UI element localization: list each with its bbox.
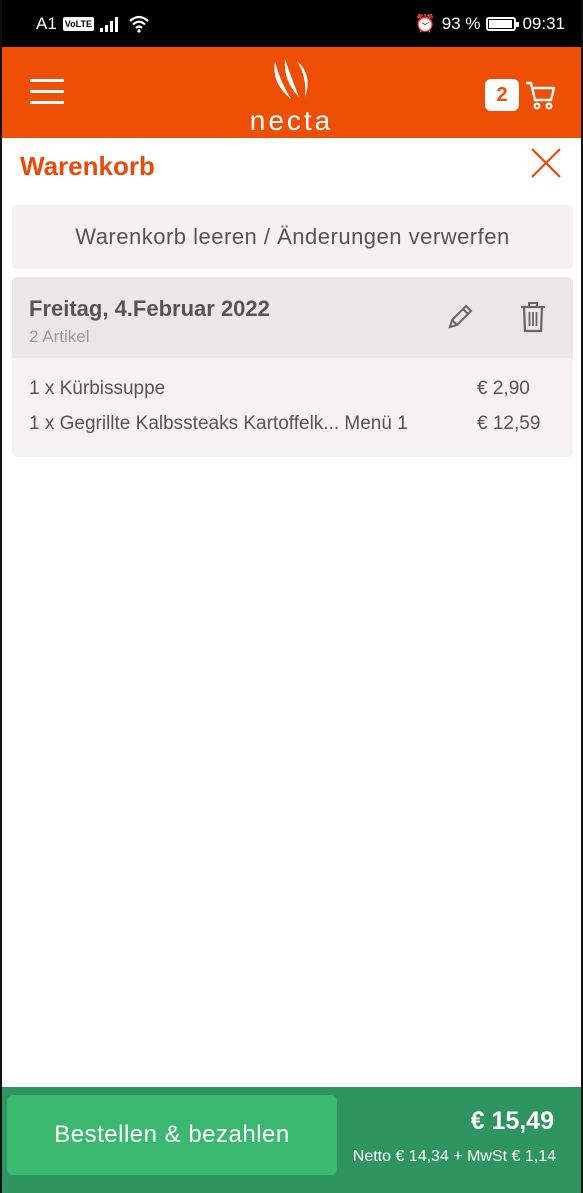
article-count: 2 Artikel xyxy=(29,327,90,346)
leaf-logo-icon xyxy=(273,59,308,99)
logo-text: necta xyxy=(249,105,334,136)
order-card: Freitag, 4.Februar 2022 2 Artikel 1 x Kü… xyxy=(12,277,573,457)
pencil-icon[interactable] xyxy=(444,301,476,333)
cart-count-badge: 2 xyxy=(485,79,519,111)
volte-badge: VoLTE xyxy=(62,16,94,31)
battery-fill xyxy=(489,19,512,28)
page-title: Warenkorb xyxy=(20,151,155,181)
carrier-label: A1 xyxy=(36,13,57,33)
alarm-icon: ⏰ xyxy=(414,13,436,33)
order-and-pay-button[interactable]: Bestellen & bezahlen xyxy=(7,1095,337,1175)
order-item-text: 1 x Gegrillte Kalbssteaks Kartoffelk... … xyxy=(29,413,408,434)
necta-logo[interactable]: necta xyxy=(232,57,352,136)
menu-button[interactable] xyxy=(30,79,64,109)
wifi-icon xyxy=(129,15,149,33)
status-left: A1 VoLTE xyxy=(36,14,150,34)
status-bar: A1 VoLTE ⏰ 93 % 09:31 xyxy=(2,0,581,47)
shopping-cart-icon xyxy=(526,81,556,110)
trash-icon[interactable] xyxy=(519,300,547,334)
app-bar: necta 2 xyxy=(2,47,581,138)
battery-icon xyxy=(486,16,520,31)
order-item: 1 x Kürbissuppe xyxy=(29,378,165,400)
cart-button[interactable]: 2 xyxy=(485,79,557,111)
netto-vat-breakdown: Netto € 14,34 + MwSt € 1,14 xyxy=(352,1148,556,1165)
checkout-footer: Bestellen & bezahlen € 15,49 Netto € 14,… xyxy=(2,1087,581,1193)
battery-percent: 93 % xyxy=(441,13,481,33)
menu-bar-1 xyxy=(30,79,64,82)
order-item-price: € 12,59 xyxy=(477,413,541,434)
total-price: € 15,49 xyxy=(470,1107,554,1135)
order-item: 1 x Gegrillte Kalbssteaks Kartoffelk... … xyxy=(29,413,408,435)
signal-icon xyxy=(99,16,118,32)
order-item-text: 1 x Kürbissuppe xyxy=(29,378,166,399)
clock: 09:31 xyxy=(522,13,565,33)
menu-bar-2 xyxy=(30,90,64,93)
close-icon[interactable] xyxy=(529,146,563,180)
menu-bar-3 xyxy=(30,101,64,104)
order-date: Freitag, 4.Februar 2022 xyxy=(29,296,270,321)
order-item-price: € 2,90 xyxy=(477,378,530,399)
status-right: ⏰ 93 % 09:31 xyxy=(415,14,565,34)
app-screen: A1 VoLTE ⏰ 93 % 09:31 necta 2 Warenkorb … xyxy=(0,0,583,1193)
clear-cart-button[interactable]: Warenkorb leeren / Änderungen verwerfen xyxy=(12,205,573,269)
order-header: Freitag, 4.Februar 2022 2 Artikel xyxy=(12,277,573,358)
